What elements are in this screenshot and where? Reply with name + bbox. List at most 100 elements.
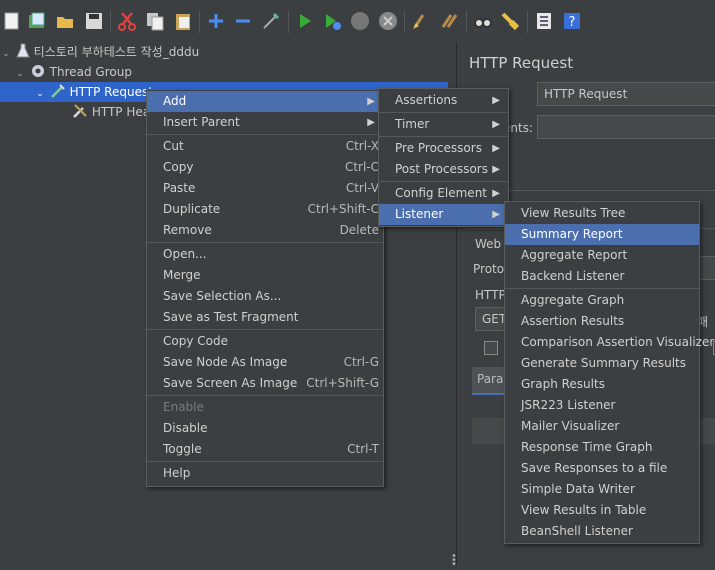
- add-item-post-processors[interactable]: Post Processors ▶: [379, 159, 508, 180]
- panel-title: HTTP Request: [469, 54, 574, 72]
- add-item-pre-processors[interactable]: Pre Processors ▶: [379, 138, 508, 159]
- menu-item-add[interactable]: Add ▶: [147, 91, 383, 112]
- chevron-right-icon: ▶: [492, 209, 500, 220]
- shutdown-icon[interactable]: [378, 11, 398, 31]
- listener-item-aggregate-report[interactable]: Aggregate Report: [505, 245, 699, 266]
- copy-icon[interactable]: [145, 11, 165, 31]
- menu-item-label: Save Screen As Image: [163, 376, 298, 390]
- menu-item-label: Open...: [163, 247, 207, 261]
- tree-node-thread-group[interactable]: ⌄ Thread Group: [14, 62, 132, 82]
- listener-item-simple-data-writer[interactable]: Simple Data Writer: [505, 479, 699, 500]
- menu-item-help[interactable]: Help: [147, 463, 383, 484]
- chevron-down-icon[interactable]: ⌄: [14, 64, 26, 84]
- menu-item-insert-parent[interactable]: Insert Parent ▶: [147, 112, 383, 133]
- chevron-right-icon: ▶: [492, 119, 500, 130]
- listener-item-aggregate-graph[interactable]: Aggregate Graph: [505, 290, 699, 311]
- menu-item-copy-code[interactable]: Copy Code: [147, 331, 383, 352]
- reset-search-icon[interactable]: [500, 11, 520, 31]
- collapse-icon[interactable]: [233, 11, 253, 31]
- expand-icon[interactable]: [206, 11, 226, 31]
- listener-item-response-time-graph[interactable]: Response Time Graph: [505, 437, 699, 458]
- menu-item-label: Generate Summary Results: [521, 356, 686, 370]
- open-icon[interactable]: [55, 11, 75, 31]
- add-item-assertions[interactable]: Assertions ▶: [379, 90, 508, 111]
- listener-item-jsr223-listener[interactable]: JSR223 Listener: [505, 395, 699, 416]
- splitter-handle[interactable]: • • •: [451, 552, 457, 570]
- menu-item-duplicate[interactable]: Duplicate Ctrl+Shift-C: [147, 199, 383, 220]
- menu-item-copy[interactable]: Copy Ctrl-C: [147, 157, 383, 178]
- menu-item-save-screen-as-image[interactable]: Save Screen As Image Ctrl+Shift-G: [147, 373, 383, 394]
- listener-item-comparison-assertion-visualizer[interactable]: Comparison Assertion Visualizer: [505, 332, 714, 353]
- flask-icon: [16, 43, 30, 58]
- menu-item-label: Aggregate Report: [521, 248, 628, 262]
- add-item-config-element[interactable]: Config Element ▶: [379, 183, 508, 204]
- menu-item-disable[interactable]: Disable: [147, 418, 383, 439]
- menu-separator: [147, 461, 383, 462]
- menu-item-save-selection-as[interactable]: Save Selection As...: [147, 286, 383, 307]
- listener-item-view-results-tree[interactable]: View Results Tree: [505, 203, 699, 224]
- new-icon[interactable]: [2, 11, 22, 31]
- listener-item-mailer-visualizer[interactable]: Mailer Visualizer: [505, 416, 699, 437]
- listener-item-beanshell-listener[interactable]: BeanShell Listener: [505, 521, 699, 542]
- menu-item-shortcut: Ctrl+Shift-C: [307, 202, 379, 216]
- menu-item-toggle[interactable]: Toggle Ctrl-T: [147, 439, 383, 460]
- save-icon[interactable]: [84, 11, 104, 31]
- menu-item-label: Timer: [395, 117, 430, 131]
- tree-node-label: 티스토리 부하테스트 작성_dddu: [33, 45, 200, 59]
- redirect-checkbox[interactable]: [484, 341, 498, 355]
- menu-item-label: Help: [163, 466, 191, 480]
- menu-item-save-as-test-fragment[interactable]: Save as Test Fragment: [147, 307, 383, 328]
- menu-item-open[interactable]: Open...: [147, 244, 383, 265]
- menu-item-shortcut: Ctrl-V: [345, 181, 379, 195]
- gear-icon: [31, 65, 44, 77]
- listener-item-backend-listener[interactable]: Backend Listener: [505, 266, 699, 287]
- wrench-icon: [73, 104, 87, 118]
- menu-item-label: Paste: [163, 181, 196, 195]
- cut-icon[interactable]: [117, 11, 137, 31]
- chevron-down-icon[interactable]: ⌄: [0, 44, 12, 64]
- menu-item-label: Merge: [163, 268, 201, 282]
- menu-item-label: Listener: [395, 207, 444, 221]
- stop-icon[interactable]: [350, 11, 370, 31]
- tab-parameters[interactable]: Para: [472, 367, 508, 395]
- menu-item-label: Pre Processors: [395, 141, 482, 155]
- chevron-down-icon[interactable]: ⌄: [34, 84, 46, 104]
- menu-item-label: Config Element: [395, 186, 487, 200]
- add-item-timer[interactable]: Timer ▶: [379, 114, 508, 135]
- add-item-listener[interactable]: Listener ▶: [379, 204, 508, 225]
- menu-item-merge[interactable]: Merge: [147, 265, 383, 286]
- start-icon[interactable]: [295, 11, 315, 31]
- listener-item-view-results-in-table[interactable]: View Results in Table: [505, 500, 699, 521]
- search-icon[interactable]: [473, 11, 493, 31]
- tree-node-http-header[interactable]: HTTP Hea: [72, 102, 150, 122]
- menu-separator: [147, 395, 383, 396]
- menu-item-cut[interactable]: Cut Ctrl-X: [147, 136, 383, 157]
- menu-item-label: Save Node As Image: [163, 355, 288, 369]
- menu-separator: [147, 242, 383, 243]
- menu-item-remove[interactable]: Remove Delete: [147, 220, 383, 241]
- listener-item-assertion-results[interactable]: Assertion Results: [505, 311, 699, 332]
- function-helper-icon[interactable]: [534, 11, 554, 31]
- menu-item-label: Save as Test Fragment: [163, 310, 299, 324]
- name-field[interactable]: HTTP Request: [537, 82, 715, 106]
- listener-item-summary-report[interactable]: Summary Report: [505, 224, 699, 245]
- templates-icon[interactable]: [27, 11, 47, 31]
- tab-parameters-label: Para: [477, 372, 504, 386]
- tree-node-label: HTTP Request: [69, 85, 153, 99]
- clear-all-icon[interactable]: [439, 11, 459, 31]
- menu-item-paste[interactable]: Paste Ctrl-V: [147, 178, 383, 199]
- listener-item-save-responses-to-a-file[interactable]: Save Responses to a file: [505, 458, 699, 479]
- paste-icon[interactable]: [173, 11, 193, 31]
- toggle-icon[interactable]: [261, 11, 281, 31]
- pipette-icon: [50, 84, 65, 98]
- help-icon[interactable]: ?: [562, 11, 582, 31]
- comments-field[interactable]: [537, 115, 715, 139]
- start-no-pause-icon[interactable]: [322, 11, 342, 31]
- clear-icon[interactable]: [411, 11, 431, 31]
- menu-item-save-node-as-image[interactable]: Save Node As Image Ctrl-G: [147, 352, 383, 373]
- menu-item-shortcut: Ctrl+Shift-G: [306, 376, 379, 390]
- menu-item-label: Insert Parent: [163, 115, 240, 129]
- tree-node-test-plan[interactable]: ⌄ 티스토리 부하테스트 작성_dddu: [0, 42, 199, 62]
- listener-item-graph-results[interactable]: Graph Results: [505, 374, 699, 395]
- listener-item-generate-summary-results[interactable]: Generate Summary Results: [505, 353, 699, 374]
